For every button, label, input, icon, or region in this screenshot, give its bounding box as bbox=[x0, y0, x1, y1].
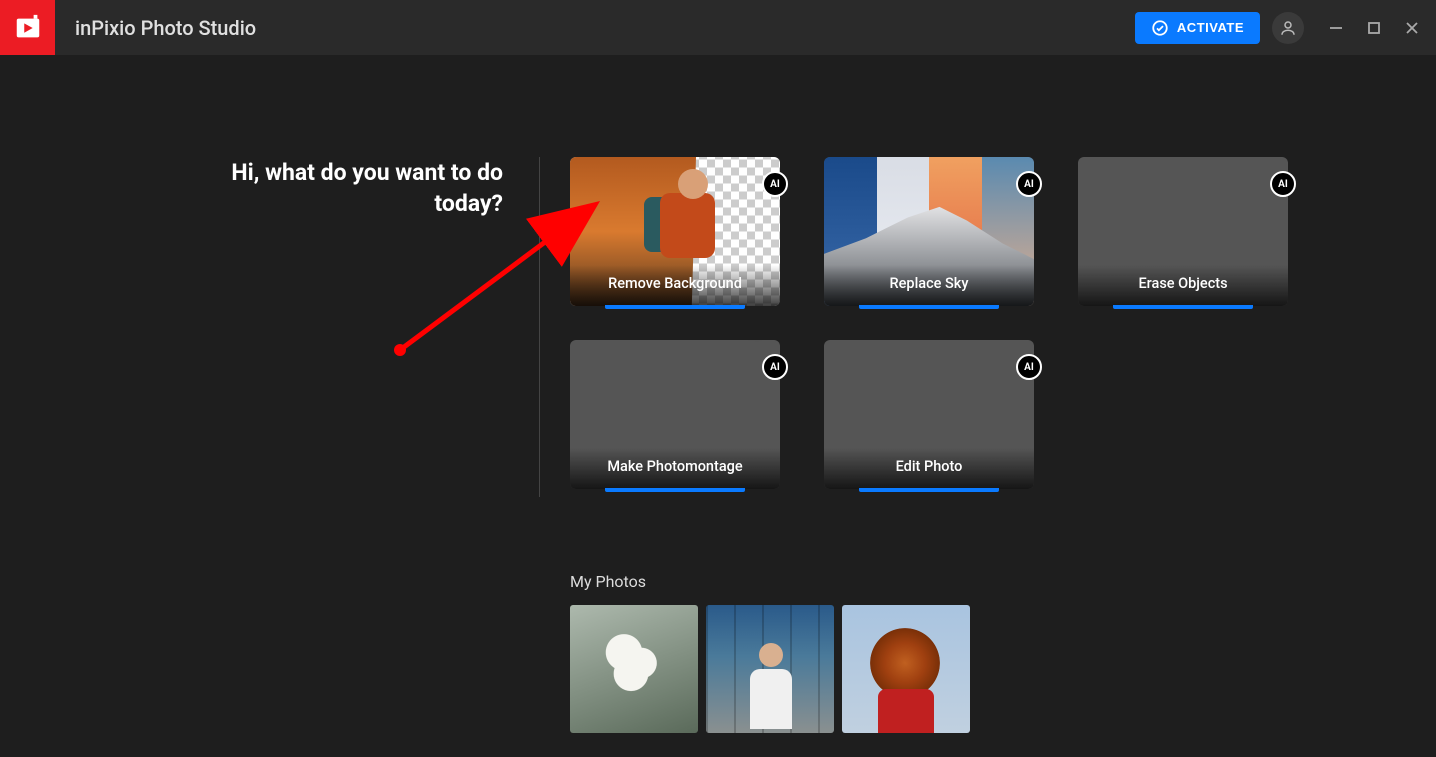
account-button[interactable] bbox=[1272, 12, 1304, 44]
close-icon bbox=[1405, 21, 1419, 35]
ai-badge: AI bbox=[1016, 171, 1042, 197]
card-art: Edit Photo bbox=[824, 340, 1034, 489]
card-make-photomontage[interactable]: Make Photomontage AI bbox=[570, 340, 780, 489]
card-underline bbox=[605, 488, 745, 492]
activate-label: ACTIVATE bbox=[1177, 20, 1244, 35]
my-photos-title: My Photos bbox=[570, 572, 1436, 591]
card-underline bbox=[859, 488, 999, 492]
photo-thumb[interactable] bbox=[842, 605, 970, 733]
user-icon bbox=[1279, 19, 1297, 37]
greeting-line2: today? bbox=[434, 190, 503, 217]
app-header: inPixio Photo Studio ACTIVATE bbox=[0, 0, 1436, 55]
greeting-text: Hi, what do you want to do today? bbox=[0, 157, 503, 219]
play-logo-icon bbox=[13, 13, 43, 43]
minimize-icon bbox=[1329, 21, 1343, 35]
card-edit-photo[interactable]: Edit Photo AI bbox=[824, 340, 1034, 489]
card-remove-background[interactable]: Remove Background AI bbox=[570, 157, 780, 306]
check-circle-icon bbox=[1151, 19, 1169, 37]
card-underline bbox=[605, 305, 745, 309]
ai-badge: AI bbox=[1016, 354, 1042, 380]
activate-button[interactable]: ACTIVATE bbox=[1135, 12, 1260, 44]
ai-badge: AI bbox=[762, 171, 788, 197]
header-right: ACTIVATE bbox=[1135, 12, 1436, 44]
ai-badge: AI bbox=[1270, 171, 1296, 197]
card-label: Replace Sky bbox=[890, 275, 969, 292]
my-photos-section: My Photos bbox=[570, 572, 1436, 733]
card-label: Edit Photo bbox=[896, 458, 963, 475]
header-left: inPixio Photo Studio bbox=[0, 0, 256, 55]
main-content: Hi, what do you want to do today? Remove… bbox=[0, 55, 1436, 497]
maximize-icon bbox=[1367, 21, 1381, 35]
card-erase-objects[interactable]: Erase Objects AI bbox=[1078, 157, 1288, 306]
greeting-column: Hi, what do you want to do today? bbox=[0, 157, 540, 497]
card-label: Make Photomontage bbox=[607, 458, 742, 475]
card-label: Remove Background bbox=[608, 275, 742, 292]
card-art: Make Photomontage bbox=[570, 340, 780, 489]
app-title: inPixio Photo Studio bbox=[75, 16, 256, 40]
photo-thumb[interactable] bbox=[570, 605, 698, 733]
card-art: Erase Objects bbox=[1078, 157, 1288, 306]
minimize-button[interactable] bbox=[1326, 18, 1346, 38]
card-grid: Remove Background AI Replace Sky AI bbox=[570, 157, 1288, 489]
greeting-line1: Hi, what do you want to do bbox=[231, 159, 503, 186]
my-photos-thumbs bbox=[570, 605, 1436, 733]
card-underline bbox=[1113, 305, 1253, 309]
app-logo bbox=[0, 0, 55, 55]
card-replace-sky[interactable]: Replace Sky AI bbox=[824, 157, 1034, 306]
ai-badge: AI bbox=[762, 354, 788, 380]
close-button[interactable] bbox=[1402, 18, 1422, 38]
card-art: Replace Sky bbox=[824, 157, 1034, 306]
card-underline bbox=[859, 305, 999, 309]
window-controls bbox=[1326, 18, 1422, 38]
photo-thumb[interactable] bbox=[706, 605, 834, 733]
maximize-button[interactable] bbox=[1364, 18, 1384, 38]
cards-column: Remove Background AI Replace Sky AI bbox=[540, 157, 1288, 497]
card-art: Remove Background bbox=[570, 157, 780, 306]
card-label: Erase Objects bbox=[1138, 275, 1227, 292]
